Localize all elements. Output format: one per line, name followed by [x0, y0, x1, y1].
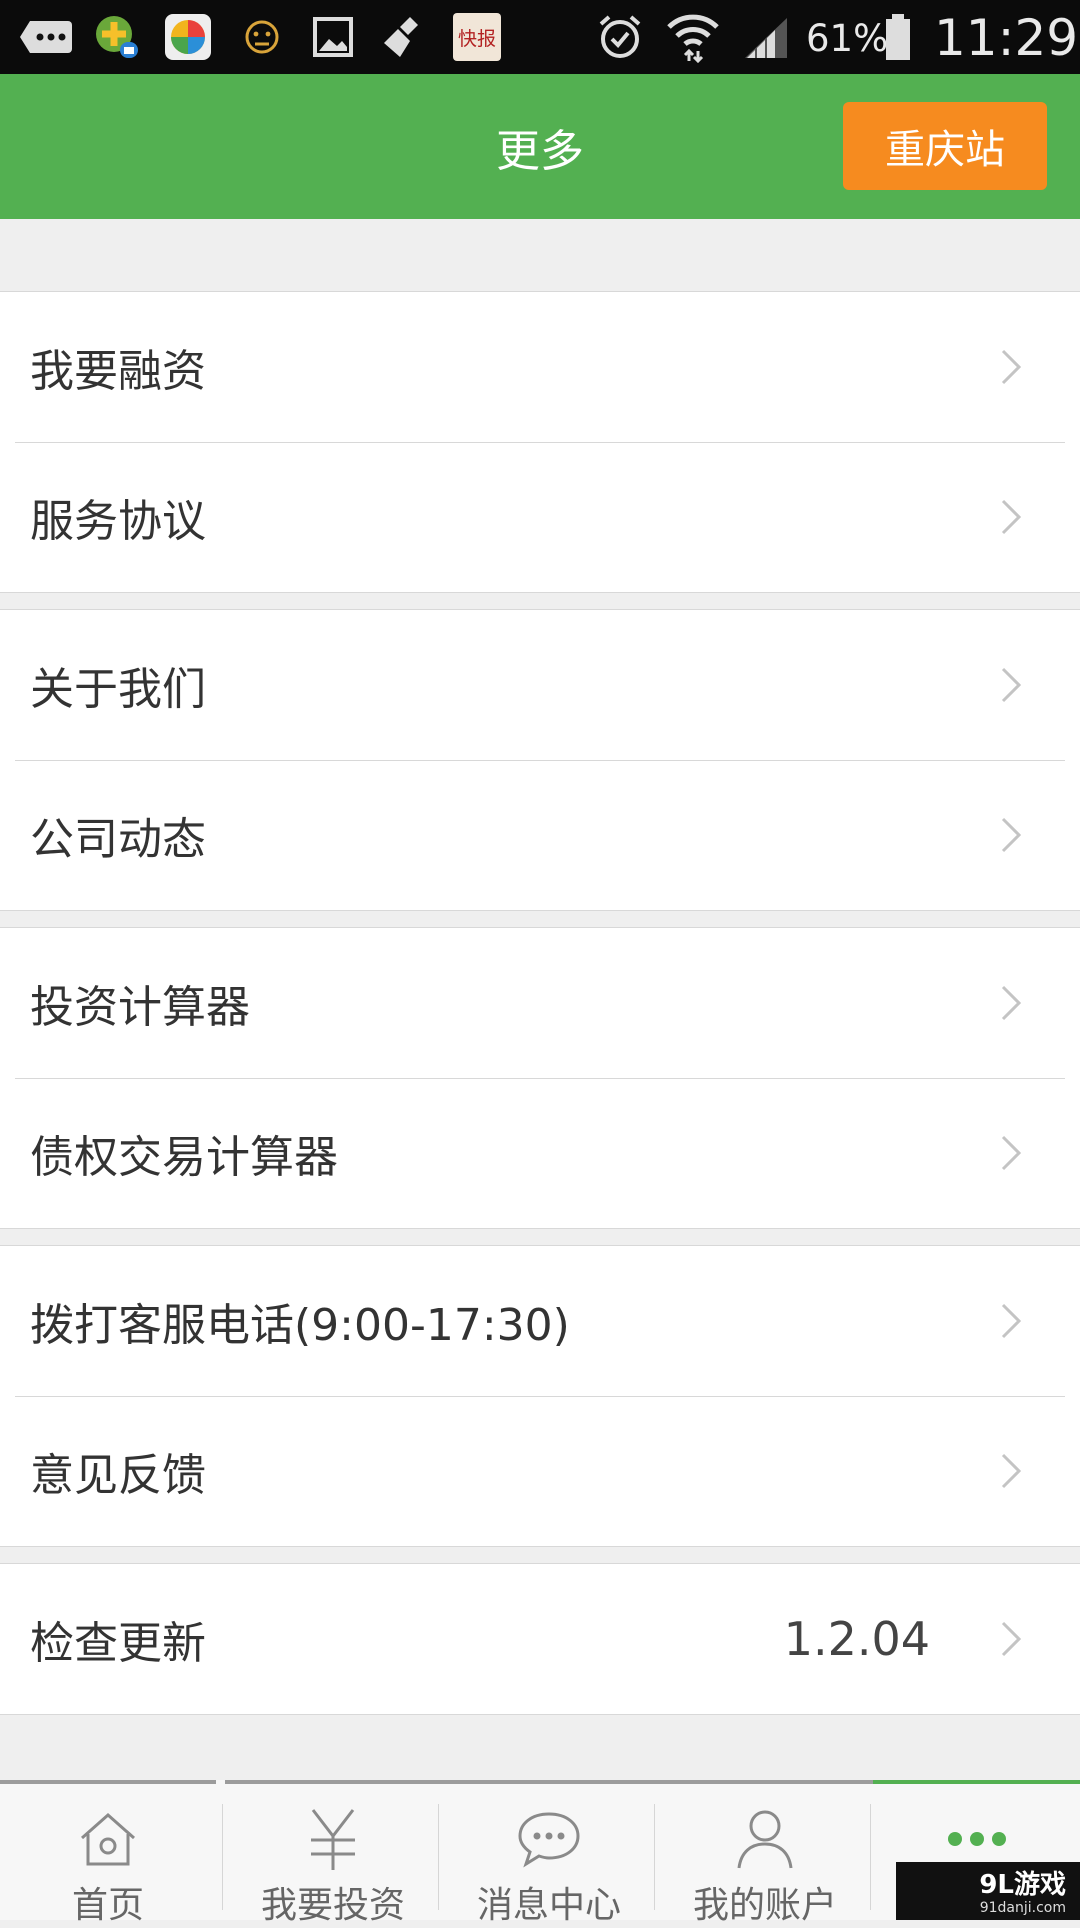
menu-item-label: 检查更新: [30, 1618, 206, 1669]
home-icon: [0, 1804, 216, 1874]
menu-item-financing[interactable]: 我要融资: [0, 292, 1080, 442]
wifi-icon: [664, 10, 722, 64]
chevron-right-icon: [988, 1617, 1032, 1661]
kuaibao-label: 快报: [453, 13, 501, 61]
chevron-right-icon: [988, 1299, 1032, 1343]
face-icon: [240, 10, 284, 64]
tab-home[interactable]: 首页: [0, 1780, 216, 1926]
menu-item-about-us[interactable]: 关于我们: [0, 610, 1080, 760]
clock: 11:29: [934, 9, 1079, 67]
colorful-app-icon: [162, 10, 214, 64]
menu-item-feedback[interactable]: 意见反馈: [0, 1396, 1080, 1546]
chevron-right-icon: [988, 1131, 1032, 1175]
chevron-right-icon: [988, 663, 1032, 707]
tab-label: 我的账户: [692, 1885, 837, 1926]
battery-percent: 61%: [806, 16, 889, 60]
menu-item-company-news[interactable]: 公司动态: [0, 760, 1080, 910]
alarm-icon: [594, 10, 646, 64]
menu-group-update: 检查更新 1.2.04: [0, 1563, 1080, 1715]
watermark-brand: 9L游戏: [979, 1870, 1066, 1900]
battery-icon: [882, 10, 914, 64]
menu-group-company: 关于我们 公司动态: [0, 609, 1080, 911]
menu-item-label: 公司动态: [30, 814, 206, 865]
tab-label: 首页: [71, 1885, 144, 1926]
menu-item-check-update[interactable]: 检查更新 1.2.04: [0, 1564, 1080, 1714]
tab-divider: [222, 1804, 223, 1910]
menu-group-calculators: 投资计算器 债权交易计算器: [0, 927, 1080, 1229]
tab-divider: [438, 1804, 439, 1910]
menu-item-service-agreement[interactable]: 服务协议: [0, 442, 1080, 592]
menu-item-investment-calculator[interactable]: 投资计算器: [0, 928, 1080, 1078]
version-number: 1.2.04: [783, 1612, 930, 1666]
app-360-icon: [92, 10, 142, 64]
chevron-right-icon: [988, 981, 1032, 1025]
watermark-logo: 9L游戏 91danji.com: [896, 1862, 1080, 1920]
menu-item-label: 债权交易计算器: [30, 1132, 338, 1183]
tab-label: 消息中心: [476, 1885, 621, 1926]
user-icon: [657, 1804, 873, 1874]
menu-group-support: 拨打客服电话(9:00-17:30) 意见反馈: [0, 1245, 1080, 1547]
chevron-right-icon: [988, 495, 1032, 539]
tab-divider: [654, 1804, 655, 1910]
menu-item-label: 意见反馈: [30, 1450, 206, 1501]
broom-icon: [380, 10, 428, 64]
menu-item-label: 服务协议: [30, 496, 206, 547]
status-bar: 快报 61% 11:29: [0, 0, 1080, 74]
menu-item-label: 我要融资: [30, 346, 206, 397]
gallery-icon: [310, 10, 356, 64]
yen-icon: [225, 1804, 441, 1874]
chevron-right-icon: [988, 813, 1032, 857]
watermark-site: 91danji.com: [979, 1900, 1066, 1916]
tab-label: 我要投资: [260, 1885, 405, 1926]
menu-item-label: 拨打客服电话(9:00-17:30): [30, 1300, 570, 1351]
menu-group-financing: 我要融资 服务协议: [0, 291, 1080, 593]
menu-item-debt-trade-calculator[interactable]: 债权交易计算器: [0, 1078, 1080, 1228]
tab-my-account[interactable]: 我的账户: [657, 1780, 873, 1926]
menu-item-call-service[interactable]: 拨打客服电话(9:00-17:30): [0, 1246, 1080, 1396]
tab-divider: [870, 1804, 871, 1910]
tab-invest[interactable]: 我要投资: [225, 1780, 441, 1926]
chat-icon: [441, 1804, 657, 1874]
menu-item-label: 关于我们: [30, 664, 206, 715]
more-notifications-icon: [18, 10, 74, 64]
chevron-right-icon: [988, 1449, 1032, 1493]
tab-messages[interactable]: 消息中心: [441, 1780, 657, 1926]
signal-icon: [740, 10, 792, 64]
station-select-button[interactable]: 重庆站: [843, 102, 1047, 190]
kuaibao-icon: 快报: [452, 10, 502, 64]
menu-item-label: 投资计算器: [30, 982, 250, 1033]
chevron-right-icon: [988, 345, 1032, 389]
